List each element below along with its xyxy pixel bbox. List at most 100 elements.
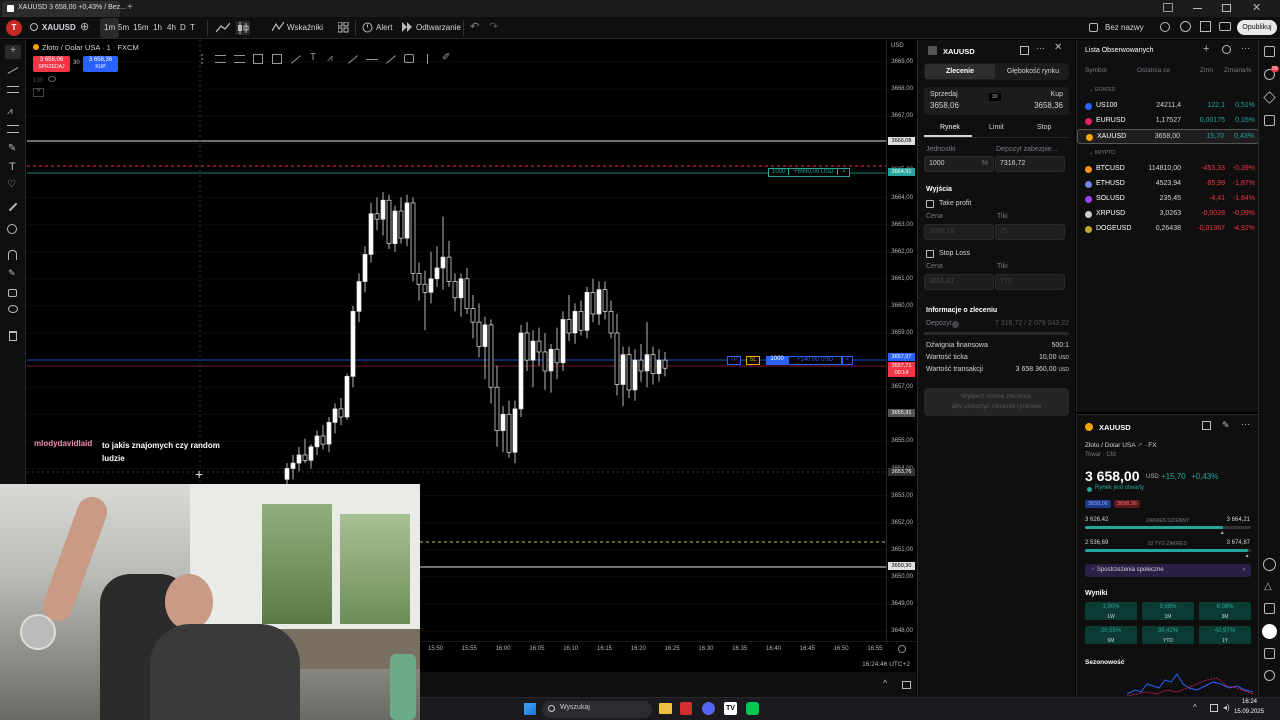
indicators-button[interactable]: Wskaźniki <box>287 18 323 38</box>
start-windows-icon[interactable] <box>524 703 536 715</box>
ruler-icon[interactable] <box>8 202 18 212</box>
close-window-icon[interactable]: ✕ <box>1252 1 1261 14</box>
vertical-line-tool-icon[interactable] <box>427 54 428 64</box>
col-change-pct[interactable]: Zmiana% <box>1224 67 1251 74</box>
time-axis[interactable]: 15:50 15:55 16:00 16:05 16:10 16:15 16:20 16:25… <box>420 641 916 658</box>
interval-1h[interactable]: 1h <box>153 18 162 38</box>
watchlist-row[interactable]: US100 24211,4 122,1 0,51% <box>1077 99 1259 114</box>
section-goated[interactable]: ⌄ GOATED <box>1089 87 1115 93</box>
layout-name-button[interactable]: Bez nazwy <box>1105 18 1144 38</box>
replay-button[interactable]: Odtwarzanie <box>416 18 461 38</box>
advanced-view-icon[interactable] <box>1222 45 1231 54</box>
add-symbol-icon[interactable]: + <box>1203 43 1209 55</box>
performance-cell[interactable]: 8,08% 3M <box>1199 602 1251 620</box>
browser-tab[interactable]: XAUUSD 3 658,00 +0,43% / Bez... <box>2 1 126 17</box>
submit-order-button[interactable]: Wybierz stronę zlecenia: aby utworzyć zl… <box>924 388 1069 416</box>
more-icon[interactable]: ··· <box>1241 43 1250 53</box>
target-rail-icon[interactable] <box>1263 558 1276 571</box>
tab-order[interactable]: Zlecenie <box>925 64 995 79</box>
interval-5m[interactable]: 5m <box>118 18 129 38</box>
tab-market-depth[interactable]: Głębokość rynku <box>998 64 1068 79</box>
watchlist-row[interactable]: EURUSD 1,17527 0,00175 0,15% <box>1077 114 1259 129</box>
details-layout-icon[interactable] <box>1202 421 1211 430</box>
note-tool-icon[interactable] <box>404 54 414 63</box>
tp-order-close-button[interactable]: × <box>839 169 849 175</box>
fib-tool-icon[interactable] <box>7 86 19 93</box>
eye-visibility-icon[interactable] <box>8 305 18 313</box>
snapshot-camera-icon[interactable] <box>1219 22 1231 31</box>
ray-tool-icon[interactable] <box>291 55 301 64</box>
drag-handle-icon[interactable] <box>201 54 207 64</box>
arrow-tool-icon[interactable] <box>386 55 396 64</box>
edit-icon[interactable]: ✎ <box>1222 420 1230 431</box>
text-tool-icon[interactable]: T <box>9 161 16 173</box>
order-type-stop[interactable]: Stop <box>1037 124 1051 131</box>
taskbar-search-box[interactable]: Wyszukaj <box>542 701 652 718</box>
stop-loss-checkbox[interactable] <box>926 250 934 258</box>
settings-gear-icon[interactable] <box>1180 21 1191 32</box>
trash-icon[interactable] <box>9 331 17 341</box>
keep-drawing-icon[interactable]: ✎ <box>8 268 16 279</box>
sl-ticks-input[interactable]: 770 <box>995 274 1065 290</box>
position-close-button[interactable]: × <box>842 356 853 365</box>
zoom-in-icon[interactable] <box>7 224 17 234</box>
performance-cell[interactable]: 9,68% 1M <box>1142 602 1194 620</box>
templates-icon[interactable] <box>338 22 349 33</box>
candles-icon[interactable] <box>236 21 250 35</box>
performance-cell[interactable]: 1,90% 1W <box>1085 602 1137 620</box>
watchlist-row[interactable]: SOLUSD 235,45 -4,41 -1,84% <box>1077 192 1259 207</box>
file-explorer-icon[interactable] <box>659 703 672 714</box>
col-symbol[interactable]: Symbol <box>1085 67 1107 74</box>
interval-w[interactable]: T <box>190 18 195 38</box>
performance-cell[interactable]: 42,97% 1Y <box>1199 626 1251 644</box>
user-avatar[interactable]: T <box>6 20 22 36</box>
position-sl-button[interactable]: SL <box>746 356 760 365</box>
text-tool-icon[interactable]: T <box>310 52 316 63</box>
performance-cell[interactable]: 20,55% 6M <box>1085 626 1137 644</box>
publish-button[interactable]: Opublikuj <box>1237 20 1277 35</box>
order-type-limit[interactable]: Limit <box>989 124 1004 131</box>
watchlist-row[interactable]: ETHUSD 4523,94 -85,99 -1,87% <box>1077 177 1259 192</box>
interval-4h[interactable]: 4h <box>167 18 176 38</box>
maximize-icon[interactable] <box>1222 4 1231 12</box>
alert-button[interactable]: Alert <box>376 18 392 38</box>
box-tool-icon[interactable] <box>272 54 282 64</box>
chart-settings-gear-icon[interactable] <box>898 645 906 653</box>
tp-price-input[interactable]: 3660,19 <box>924 224 994 240</box>
interval-15m[interactable]: 15m <box>133 18 149 38</box>
compare-add-icon[interactable]: ⊕ <box>80 20 89 33</box>
trend-line-tool-icon[interactable] <box>7 67 19 74</box>
undo-icon[interactable]: ↶ <box>470 20 479 33</box>
redo-icon[interactable]: ↷ <box>489 20 498 33</box>
news-rail-icon[interactable] <box>1264 115 1275 126</box>
tradingview-app-icon[interactable]: TV <box>724 702 737 715</box>
price-axis[interactable]: USD 3669,003668,003667,003666,003665,003… <box>886 40 916 658</box>
lock-icon[interactable] <box>8 289 17 297</box>
path-tool-icon[interactable]: ⩘ <box>327 53 333 64</box>
tp-order-label[interactable]: 1000 +6990,00 USD × <box>768 168 850 177</box>
panel-layout-icon[interactable] <box>1020 46 1029 55</box>
taskbar-date[interactable]: 15.09.2025 <box>1234 709 1264 715</box>
watchlist-row[interactable]: BTCUSD 114810,00 -453,33 -0,39% <box>1077 162 1259 177</box>
close-panel-icon[interactable]: ✕ <box>1054 42 1062 53</box>
more-options-icon[interactable]: ··· <box>1036 43 1045 53</box>
taskbar-time[interactable]: 16:24 <box>1242 699 1257 705</box>
help-rail-icon[interactable] <box>1264 648 1275 659</box>
crosshair-tool-icon[interactable]: + <box>5 45 21 59</box>
order-type-market[interactable]: Rynek <box>940 124 960 131</box>
collapse-panel-icon[interactable]: ^ <box>883 678 887 688</box>
fullscreen-icon[interactable] <box>1200 21 1211 32</box>
channel-tool-icon[interactable] <box>234 55 245 63</box>
interval-d[interactable]: D <box>180 18 186 38</box>
ideas-rail-icon[interactable]: △ <box>1264 581 1272 592</box>
tray-overflow-icon[interactable]: ^ <box>1193 703 1197 712</box>
tray-network-icon[interactable] <box>1210 704 1218 712</box>
section-krypto[interactable]: ⌄ KRYPTO <box>1089 150 1115 156</box>
watchlist-row[interactable]: XAUUSD 3658,00 15,70 0,43% <box>1077 129 1259 144</box>
more-icon[interactable]: ··· <box>1241 419 1250 429</box>
watchlist-row[interactable]: DOGEUSD 0,26438 -0,01367 -4,92% <box>1077 222 1259 237</box>
symbol-search-button[interactable]: XAUUSD <box>42 18 76 38</box>
watchlist-title[interactable]: Lista Obserwowanych <box>1085 47 1153 54</box>
take-profit-checkbox[interactable] <box>926 200 934 208</box>
chart-clock[interactable]: 16:24:46 UTC+2 <box>862 661 910 668</box>
